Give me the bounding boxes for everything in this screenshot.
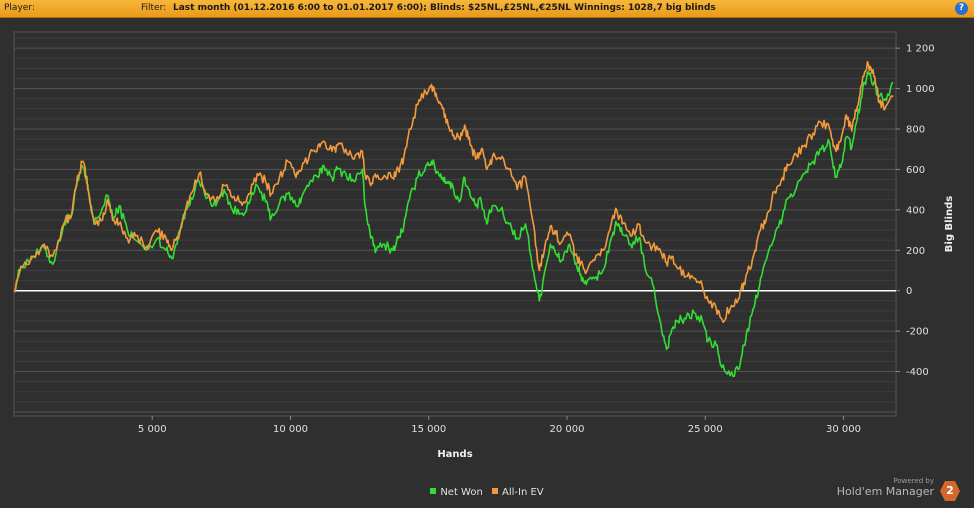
x-tick-label: 20 000: [549, 424, 584, 435]
help-icon[interactable]: ?: [955, 2, 968, 15]
y-tick-label: 1 000: [906, 84, 935, 95]
filter-summary: Last month (01.12.2016 6:00 to 01.01.201…: [173, 3, 716, 13]
y-tick-label: 200: [906, 246, 925, 257]
legend-label-all-in-ev: All-In EV: [502, 487, 544, 498]
brand-name: Hold'em Manager: [836, 485, 934, 498]
filter-label: Filter:: [141, 3, 167, 13]
y-tick-label: 600: [906, 165, 925, 176]
winnings-chart: 5 000 10 000 15 000 20 000 25 000 30 000 1 20…: [13, 31, 955, 460]
x-tick-label: 10 000: [273, 424, 308, 435]
legend-swatch-all-in-ev: [492, 488, 499, 494]
powered-by-text: Powered by: [893, 477, 934, 485]
legend-item-all-in-ev[interactable]: All-In EV: [492, 487, 544, 498]
chart-legend: Net Won All-In EV: [0, 487, 974, 501]
legend-swatch-net-won: [430, 488, 437, 494]
x-tick-label: 15 000: [411, 424, 446, 435]
y-tick-label: 0: [906, 286, 912, 297]
y-tick-label: 400: [906, 205, 925, 216]
x-axis-ticks: 5 000 10 000 15 000 20 000 25 000 30 000: [138, 416, 861, 435]
x-axis-label: Hands: [437, 449, 472, 460]
x-tick-label: 25 000: [688, 424, 723, 435]
y-tick-label: -200: [906, 327, 929, 338]
player-label: Player:: [4, 3, 35, 13]
filter-bar: Player: Filter: Last month (01.12.2016 6…: [0, 0, 974, 18]
legend-item-net-won[interactable]: Net Won: [430, 487, 483, 498]
y-axis-ticks: 1 200 1 000 800 600 400 200 0 -200 -400: [896, 44, 935, 378]
y-tick-label: -400: [906, 367, 929, 378]
y-axis-label: Big Blinds: [944, 196, 955, 252]
legend-label-net-won: Net Won: [440, 487, 483, 498]
x-tick-label: 5 000: [138, 424, 167, 435]
y-tick-label: 800: [906, 125, 925, 136]
y-tick-label: 1 200: [906, 44, 935, 55]
branding: Powered by Hold'em Manager: [837, 477, 934, 499]
x-tick-label: 30 000: [826, 424, 861, 435]
